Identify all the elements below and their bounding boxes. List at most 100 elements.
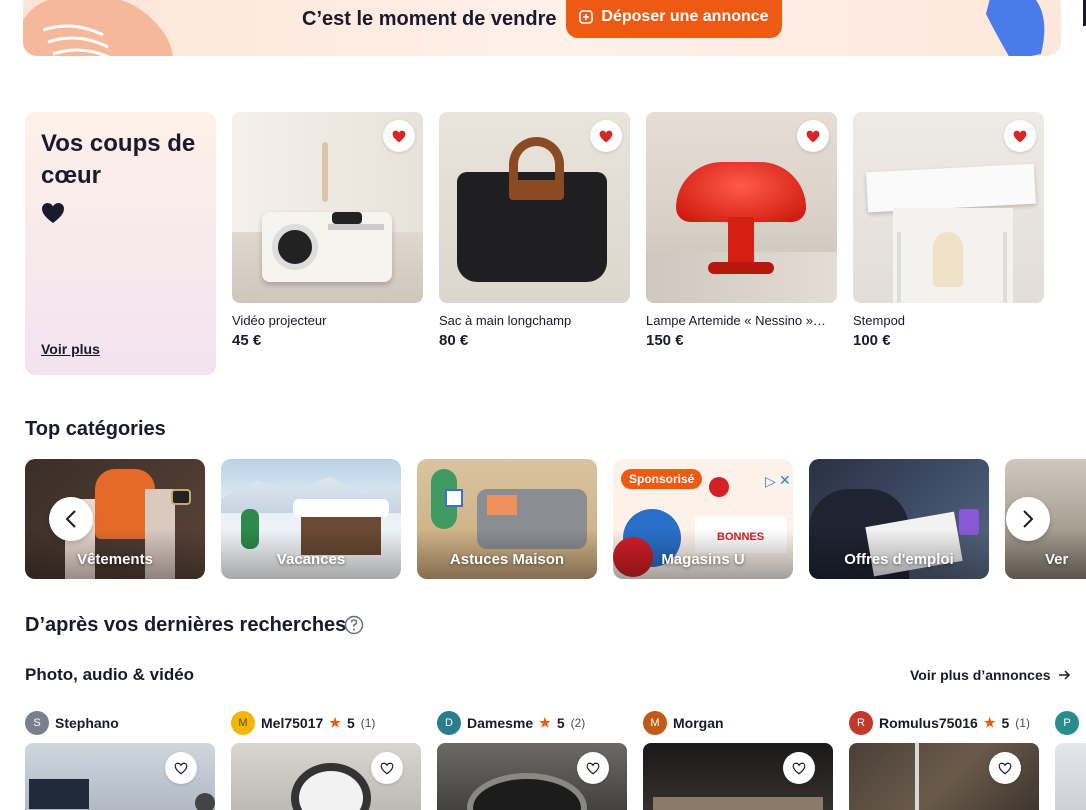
product-title: Lampe Artemide « Nessino »… [646, 313, 826, 328]
heart-outline-icon [792, 762, 806, 774]
avatar: M [643, 711, 667, 735]
seller-info[interactable]: S Stephano [25, 711, 119, 735]
heart-outline-icon [380, 762, 394, 774]
help-icon[interactable] [344, 615, 364, 635]
heart-filled-icon [599, 130, 613, 142]
category-label: Vacances [276, 551, 346, 568]
favorite-product[interactable]: Vidéo projecteur 45 € [232, 112, 423, 349]
heart-outline-icon [998, 762, 1012, 774]
category-card-holidays[interactable]: Vacances [221, 459, 401, 579]
favorite-product[interactable]: Stempod 100 € [853, 112, 1044, 349]
heart-icon [42, 203, 64, 223]
category-card-sponsored-magasins-u[interactable]: Sponsorisé ▷ ✕ BONNES Magasins U [613, 459, 793, 579]
product-image[interactable] [646, 112, 837, 303]
subsection-title: Photo, audio & vidéo [25, 665, 195, 684]
seller-info[interactable]: M Morgan [643, 711, 724, 735]
favorite-product[interactable]: Sac à main longchamp 80 € [439, 112, 630, 349]
product-image[interactable] [853, 112, 1044, 303]
favorite-toggle-button[interactable] [783, 752, 815, 784]
favorites-card: Vos coups de cœur Voir plus [25, 112, 216, 375]
recent-searches-title: D’après vos dernières recherches [25, 614, 347, 636]
category-card-jobs[interactable]: Offres d'emploi [809, 459, 989, 579]
avatar: S [25, 711, 49, 735]
category-label: Offres d'emploi [844, 551, 954, 568]
rating-count: (1) [360, 716, 376, 730]
seller-info[interactable]: P [1055, 711, 1079, 735]
seller-name: Mel75017 [261, 715, 324, 731]
favorites-title: Vos coups de cœur [41, 130, 196, 189]
seller-rating: 5 [556, 715, 565, 731]
categories-title: Top catégories [25, 418, 166, 440]
heart-filled-icon [1013, 130, 1027, 142]
favorite-toggle-button[interactable] [1004, 120, 1036, 152]
plus-square-icon [579, 10, 594, 24]
product-price: 100 € [853, 332, 891, 349]
sell-banner: C’est le moment de vendre Déposer une an… [23, 0, 1061, 56]
product-image[interactable] [232, 112, 423, 303]
brand-logo-icon [709, 477, 729, 497]
favorite-toggle-button[interactable] [371, 752, 403, 784]
listing-photo-detail [29, 779, 89, 809]
rating-count: (2) [570, 716, 586, 730]
avatar: R [849, 711, 873, 735]
sponsored-badge: Sponsorisé [621, 469, 703, 489]
listing-image[interactable] [437, 743, 627, 810]
avatar: P [1055, 711, 1079, 735]
favorite-toggle-button[interactable] [797, 120, 829, 152]
product-title: Vidéo projecteur [232, 313, 327, 328]
post-ad-label: Déposer une annonce [601, 8, 769, 25]
post-ad-button[interactable]: Déposer une annonce [566, 0, 782, 38]
listing-image[interactable] [643, 743, 833, 810]
seller-info[interactable]: R Romulus75016 ★ 5 (1) [849, 711, 1030, 735]
product-price: 45 € [232, 332, 262, 349]
product-image[interactable] [439, 112, 630, 303]
seller-name: Damesme [467, 715, 534, 731]
categories-prev-button[interactable] [49, 497, 93, 541]
favorite-product[interactable]: Lampe Artemide « Nessino »… 150 € [646, 112, 837, 349]
category-label: Magasins U [661, 551, 745, 568]
favorite-toggle-button[interactable] [590, 120, 622, 152]
category-label: Ver [1045, 551, 1069, 568]
listing-image[interactable] [849, 743, 1039, 810]
seller-name: Stephano [55, 715, 119, 731]
avatar: M [231, 711, 255, 735]
seller-info[interactable]: D Damesme ★ 5 (2) [437, 711, 585, 735]
banner-text: C’est le moment de vendre [302, 8, 557, 30]
product-price: 150 € [646, 332, 684, 349]
favorite-toggle-button[interactable] [989, 752, 1021, 784]
see-more-ads-link[interactable]: Voir plus d’annonces [910, 667, 1071, 683]
categories-next-button[interactable] [1006, 497, 1050, 541]
decorative-cloud-icon [23, 0, 173, 56]
decorative-shapes-icon [986, 0, 1045, 56]
star-icon: ★ [329, 715, 341, 730]
seller-info[interactable]: M Mel75017 ★ 5 (1) [231, 711, 375, 735]
listing-image[interactable] [25, 743, 215, 810]
avatar: D [437, 711, 461, 735]
seller-rating: 5 [1001, 715, 1010, 731]
star-icon: ★ [983, 715, 996, 730]
listing-image[interactable] [231, 743, 421, 810]
seller-rating: 5 [346, 715, 355, 731]
seller-name: Morgan [673, 715, 724, 731]
heart-filled-icon [806, 130, 820, 142]
product-price: 80 € [439, 332, 469, 349]
arrow-right-icon [1058, 670, 1070, 680]
favorite-toggle-button[interactable] [577, 752, 609, 784]
seller-name: Romulus75016 [879, 715, 978, 731]
category-card-home-tips[interactable]: Astuces Maison [417, 459, 597, 579]
category-label: Vêtements [77, 551, 153, 568]
see-more-ads-label: Voir plus d’annonces [910, 667, 1051, 683]
favorites-see-more-link[interactable]: Voir plus [41, 341, 100, 357]
chevron-right-icon [1023, 510, 1034, 528]
heart-outline-icon [174, 762, 188, 774]
chevron-left-icon [65, 510, 76, 528]
product-title: Sac à main longchamp [439, 313, 572, 328]
star-icon: ★ [539, 715, 551, 730]
favorite-toggle-button[interactable] [383, 120, 415, 152]
listing-image[interactable] [1055, 743, 1086, 810]
product-title: Stempod [853, 313, 906, 328]
heart-filled-icon [392, 130, 406, 142]
category-label: Astuces Maison [449, 551, 565, 568]
rating-count: (1) [1015, 716, 1030, 730]
favorite-toggle-button[interactable] [165, 752, 197, 784]
